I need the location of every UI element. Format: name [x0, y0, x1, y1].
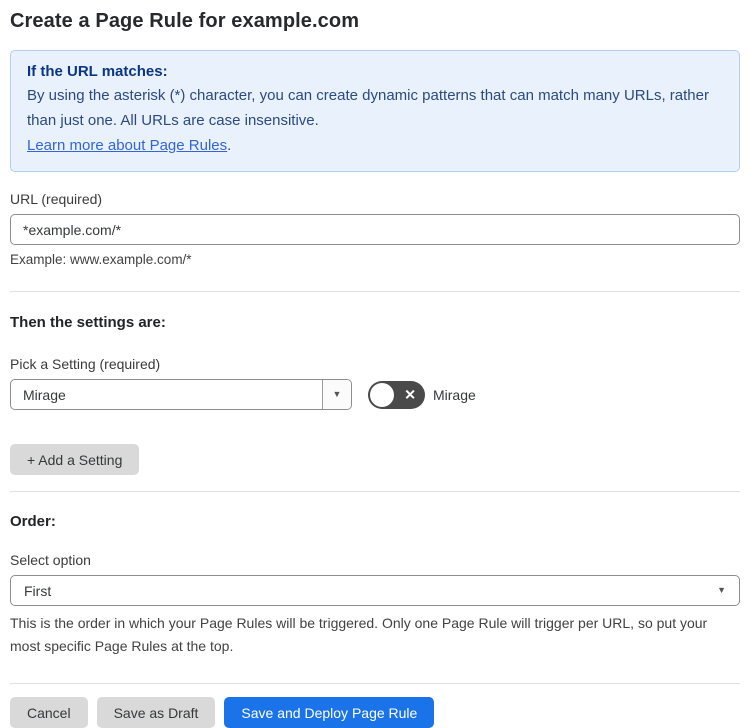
- info-callout-link-line: Learn more about Page Rules.: [27, 133, 723, 158]
- order-helper-text: This is the order in which your Page Rul…: [10, 615, 708, 654]
- save-as-draft-button[interactable]: Save as Draft: [96, 697, 216, 728]
- url-match-info-callout: If the URL matches: By using the asteris…: [10, 50, 740, 172]
- mirage-toggle[interactable]: ✕: [368, 380, 425, 409]
- url-input[interactable]: [10, 214, 740, 245]
- learn-more-link[interactable]: Learn more about Page Rules: [27, 137, 227, 154]
- setting-select-arrow-button[interactable]: ▼: [322, 380, 351, 409]
- setting-select-value: Mirage: [23, 386, 66, 403]
- order-section-heading: Order:: [10, 513, 56, 530]
- setting-row: Mirage ▼ ✕ Mirage: [10, 379, 740, 410]
- order-select-label: Select option: [10, 552, 91, 568]
- action-button-row: Cancel Save as Draft Save and Deploy Pag…: [10, 697, 740, 728]
- setting-select[interactable]: Mirage ▼: [10, 379, 352, 410]
- add-setting-button[interactable]: + Add a Setting: [10, 444, 140, 475]
- link-suffix: .: [227, 137, 232, 154]
- page-title: Create a Page Rule for example.com: [10, 10, 360, 32]
- divider: [10, 491, 740, 492]
- info-callout-heading: If the URL matches:: [27, 63, 168, 80]
- chevron-down-icon: ▼: [332, 389, 342, 399]
- save-and-deploy-button[interactable]: Save and Deploy Page Rule: [224, 697, 435, 728]
- create-page-rule-panel: Create a Page Rule for example.com If th…: [0, 0, 750, 728]
- info-callout-body: By using the asterisk (*) character, you…: [27, 87, 709, 129]
- chevron-down-icon: ▼: [717, 585, 726, 595]
- toggle-setting-label: Mirage: [433, 386, 476, 403]
- cancel-button[interactable]: Cancel: [10, 697, 88, 728]
- url-helper-text: Example: www.example.com/*: [10, 252, 192, 267]
- order-select[interactable]: First ▼: [10, 575, 740, 606]
- settings-section-heading: Then the settings are:: [10, 314, 166, 331]
- url-field-label: URL (required): [10, 191, 103, 207]
- toggle-off-x-icon: ✕: [404, 386, 416, 403]
- pick-setting-label: Pick a Setting (required): [10, 356, 161, 372]
- toggle-knob: [370, 382, 394, 407]
- order-select-value: First: [24, 582, 52, 599]
- divider: [10, 291, 740, 292]
